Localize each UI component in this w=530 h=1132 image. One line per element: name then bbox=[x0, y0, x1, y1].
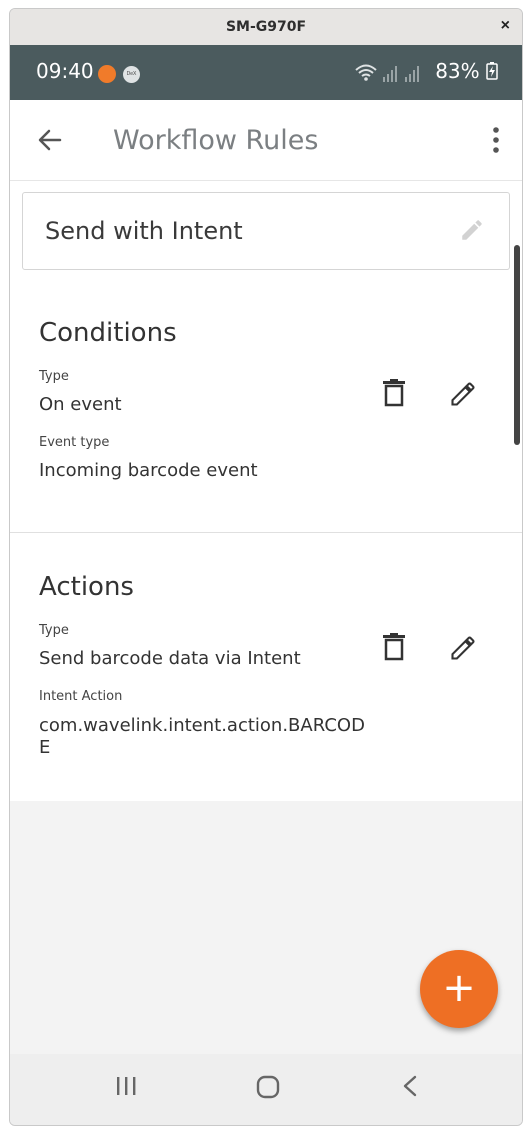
conditions-title: Conditions bbox=[39, 318, 177, 348]
close-icon[interactable]: × bbox=[501, 17, 510, 35]
actions-type-label: Type bbox=[39, 623, 69, 638]
signal-icon bbox=[383, 66, 397, 82]
status-bar: 09:40 DeX 83% bbox=[10, 45, 522, 100]
signal-icon-2 bbox=[405, 66, 419, 82]
rule-name-field[interactable]: Send with Intent bbox=[22, 192, 510, 270]
signal-icons bbox=[354, 63, 422, 83]
conditions-event-label: Event type bbox=[39, 435, 110, 450]
edit-action-icon[interactable] bbox=[449, 634, 477, 662]
conditions-type-value: On event bbox=[39, 394, 122, 415]
delete-action-icon[interactable] bbox=[382, 633, 406, 661]
app-bar: Workflow Rules bbox=[10, 100, 522, 181]
conditions-event-value: Incoming barcode event bbox=[39, 460, 258, 481]
delete-condition-icon[interactable] bbox=[382, 379, 406, 407]
pencil-icon[interactable] bbox=[459, 217, 485, 243]
back-nav-icon[interactable] bbox=[399, 1074, 421, 1098]
actions-type-value: Send barcode data via Intent bbox=[39, 648, 301, 669]
home-icon[interactable] bbox=[255, 1074, 281, 1100]
wifi-icon bbox=[355, 64, 377, 81]
rule-content: Send with Intent Conditions Type On even… bbox=[10, 181, 522, 801]
edit-condition-icon[interactable] bbox=[449, 380, 477, 408]
rule-name-value: Send with Intent bbox=[45, 217, 243, 245]
battery-status: 83% bbox=[435, 59, 498, 83]
device-window: SM-G970F × 09:40 DeX 83% Workflow Rules … bbox=[9, 8, 523, 1126]
add-button[interactable]: + bbox=[420, 950, 498, 1028]
more-options-icon[interactable] bbox=[492, 126, 500, 154]
scrollbar[interactable] bbox=[514, 245, 520, 445]
dex-icon: DeX bbox=[123, 66, 140, 83]
section-divider bbox=[10, 532, 522, 533]
app-notification-icon bbox=[98, 65, 116, 83]
navigation-bar bbox=[10, 1054, 522, 1125]
recent-apps-icon[interactable] bbox=[114, 1074, 138, 1098]
status-time: 09:40 bbox=[36, 59, 94, 83]
actions-intent-value: com.wavelink.intent.action.BARCODE bbox=[39, 715, 365, 758]
window-titlebar: SM-G970F × bbox=[10, 9, 522, 45]
conditions-type-label: Type bbox=[39, 369, 69, 384]
actions-intent-label: Intent Action bbox=[39, 689, 123, 704]
actions-title: Actions bbox=[39, 572, 134, 602]
battery-charging-icon bbox=[486, 62, 498, 80]
page-title: Workflow Rules bbox=[113, 125, 319, 156]
battery-percent: 83% bbox=[435, 59, 480, 83]
window-title: SM-G970F bbox=[225, 19, 307, 35]
back-arrow-icon[interactable] bbox=[36, 126, 64, 154]
